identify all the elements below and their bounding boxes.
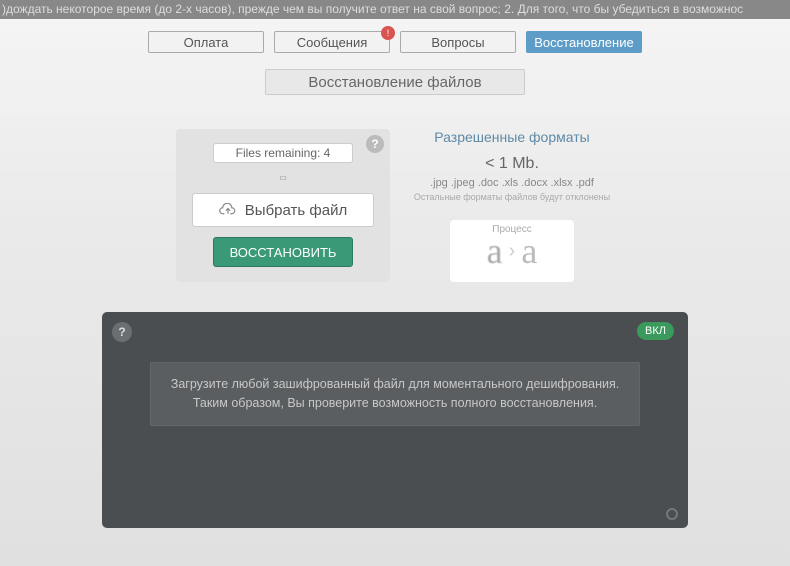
restore-button[interactable]: ВОССТАНОВИТЬ [213, 237, 353, 267]
notification-badge: ! [381, 26, 395, 40]
formats-title: Разрешенные форматы [410, 129, 614, 149]
resize-handle-icon[interactable] [666, 508, 678, 520]
tab-payment[interactable]: Оплата [148, 31, 264, 53]
files-remaining-badge: Files remaining: 4 [213, 143, 353, 163]
tab-messages[interactable]: Сообщения ! [274, 31, 390, 53]
formats-note: Остальные форматы файлов будут отклонены [410, 192, 614, 202]
tab-restore[interactable]: Восстановление [526, 31, 642, 53]
formats-panel: Разрешенные форматы < 1 Mb. .jpg .jpeg .… [410, 129, 614, 282]
console-line-2: Таким образом, Вы проверите возможность … [193, 396, 597, 410]
formats-size: < 1 Mb. [410, 155, 614, 173]
main-row: ? Files remaining: 4 ▭ Выбрать файл ВОСС… [0, 129, 790, 282]
tab-messages-label: Сообщения [297, 35, 368, 50]
glyph-encrypted-icon: a [487, 230, 503, 272]
arrow-icon: › [509, 240, 516, 263]
choose-file-button[interactable]: Выбрать файл [192, 193, 374, 227]
console-help-icon[interactable]: ? [112, 322, 132, 342]
process-label: Процесс [450, 224, 574, 235]
tab-bar: Оплата Сообщения ! Вопросы Восстановлени… [0, 31, 790, 53]
formats-extensions: .jpg .jpeg .doc .xls .docx .xlsx .pdf [410, 177, 614, 189]
marquee-bar: )дождать некоторое время (до 2-х часов),… [0, 0, 790, 19]
choose-file-label: Выбрать файл [245, 202, 347, 219]
console-message: Загрузите любой зашифрованный файл для м… [150, 362, 640, 426]
cloud-upload-icon [219, 203, 237, 217]
console-panel: ? ВКЛ Загрузите любой зашифрованный файл… [102, 312, 688, 528]
counter-icon: ▭ [275, 173, 291, 183]
help-icon[interactable]: ? [366, 135, 384, 153]
process-box: Процесс a › a [450, 220, 574, 282]
upload-panel: ? Files remaining: 4 ▭ Выбрать файл ВОСС… [176, 129, 390, 282]
toggle-on-badge[interactable]: ВКЛ [637, 322, 674, 340]
tab-questions[interactable]: Вопросы [400, 31, 516, 53]
page-title: Восстановление файлов [265, 69, 525, 95]
console-line-1: Загрузите любой зашифрованный файл для м… [171, 377, 619, 391]
glyph-decrypted-icon: a [521, 230, 537, 272]
